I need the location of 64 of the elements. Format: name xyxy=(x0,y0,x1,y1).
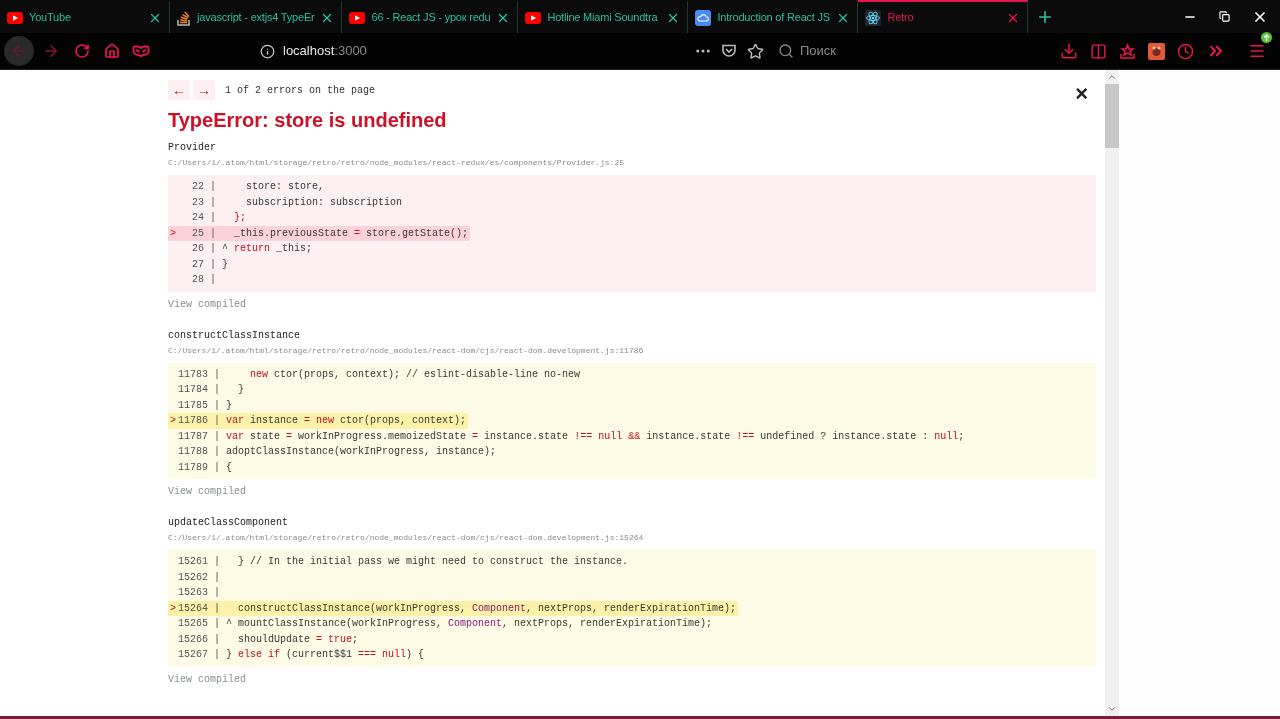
restore-icon[interactable] xyxy=(1219,11,1230,22)
tray-star-icon[interactable] xyxy=(1119,42,1136,60)
function-name: Provider xyxy=(168,141,216,155)
tab-title: Introduction of React JS xyxy=(717,10,831,26)
update-badge-icon xyxy=(1261,32,1272,43)
code-line: 24 | }; xyxy=(191,211,247,226)
tab-title: YouTube xyxy=(29,10,72,26)
clock-icon[interactable] xyxy=(1177,42,1194,60)
download-icon[interactable] xyxy=(1060,42,1078,60)
atom-icon xyxy=(865,9,882,26)
file-path: C:/Users/1/.atom/html/storage/retro/retro/node_modules/react-dom/cjs/react-dom.development.js:11786 xyxy=(168,344,644,357)
menu-icon[interactable] xyxy=(1248,42,1266,60)
code-line: 15263 | xyxy=(177,586,221,601)
code-line: 15267 | } else if (current$$1 === null) { xyxy=(177,648,426,663)
play-logo-icon xyxy=(525,11,542,24)
scrollbar[interactable] xyxy=(1105,70,1119,716)
code-line: 11787 | var state = workInProgress.memoizedState = instance.state !== null && instance.state !== undefined ? instance.state : null; xyxy=(177,429,966,444)
file-path: C:/Users/1/.atom/html/storage/retro/retro/node_modules/react-redux/es/components/Provider.js:25 xyxy=(168,157,625,169)
info-icon[interactable] xyxy=(260,43,275,59)
error-title: TypeError: store is undefined xyxy=(168,108,447,132)
close-button[interactable]: × xyxy=(1075,86,1088,102)
scroll-up-icon[interactable] xyxy=(1107,72,1117,82)
shield-icon[interactable] xyxy=(721,43,737,59)
tab-title: 66 - React JS - урок redu xyxy=(371,10,491,26)
code-line: 28 | xyxy=(191,273,217,288)
extension-icon[interactable] xyxy=(1148,42,1165,60)
view-compiled-link[interactable]: View compiled xyxy=(168,485,246,499)
code-line: 22 | store: store, xyxy=(191,180,326,195)
error-counter: 1 of 2 errors on the page xyxy=(225,83,376,98)
tab-title: Retro xyxy=(887,10,915,26)
function-name: updateClassComponent xyxy=(168,516,289,530)
play-logo-icon xyxy=(349,11,366,24)
reload-icon[interactable] xyxy=(74,43,90,59)
previous-error-button[interactable]: ← xyxy=(168,80,190,100)
file-path: C:/Users/1/.atom/html/storage/retro/retro/node_modules/react-dom/cjs/react-dom.development.js:15264 xyxy=(168,532,644,544)
next-error-button[interactable]: → xyxy=(193,80,215,100)
stacked-bars-icon xyxy=(177,9,191,26)
code-line: 11783 | new ctor(props, context); // eslint-disable-line no-new xyxy=(177,367,582,382)
code-line: 27 | } xyxy=(191,257,229,272)
view-compiled-link[interactable]: View compiled xyxy=(168,297,246,312)
code-line: 11788 | adoptClassInstance(workInProgress, instance); xyxy=(177,445,498,460)
code-line: 15261 | } // In the initial pass we might need to construct the instance. xyxy=(177,555,630,570)
function-name: constructClassInstance xyxy=(168,328,301,343)
code-line: 15262 | xyxy=(177,570,221,585)
code-line: 26 | ^ return _this; xyxy=(191,242,314,257)
search-icon xyxy=(778,43,794,59)
code-line: 15265 | ^ mountClassInstance(workInProgress, Component, nextProps, renderExpirationTime); xyxy=(177,617,714,632)
address-field[interactable]: localhost:3000 xyxy=(283,41,683,61)
code-line: 11785 | } xyxy=(177,398,234,413)
code-line: 11789 | { xyxy=(177,460,234,475)
play-logo-icon xyxy=(7,11,23,24)
cloud-icon xyxy=(695,9,712,26)
search-field[interactable]: Поиск xyxy=(778,41,998,61)
star-icon[interactable] xyxy=(747,42,764,60)
tab-title: Hotline Miami Soundtra xyxy=(547,10,659,26)
sidebar-icon[interactable] xyxy=(1090,42,1107,60)
home-icon[interactable] xyxy=(104,43,120,59)
tab-title: javascript - extjs4 TypeEr xyxy=(197,10,315,26)
scrollbar-thumb[interactable] xyxy=(1105,84,1119,148)
code-line: 11784 | } xyxy=(177,383,246,398)
code-line: 15266 | shouldUpdate = true; xyxy=(177,632,360,647)
view-compiled-link[interactable]: View compiled xyxy=(168,672,246,687)
code-line: 23 | subscription: subscription xyxy=(191,195,404,210)
scroll-down-icon[interactable] xyxy=(1107,704,1117,714)
